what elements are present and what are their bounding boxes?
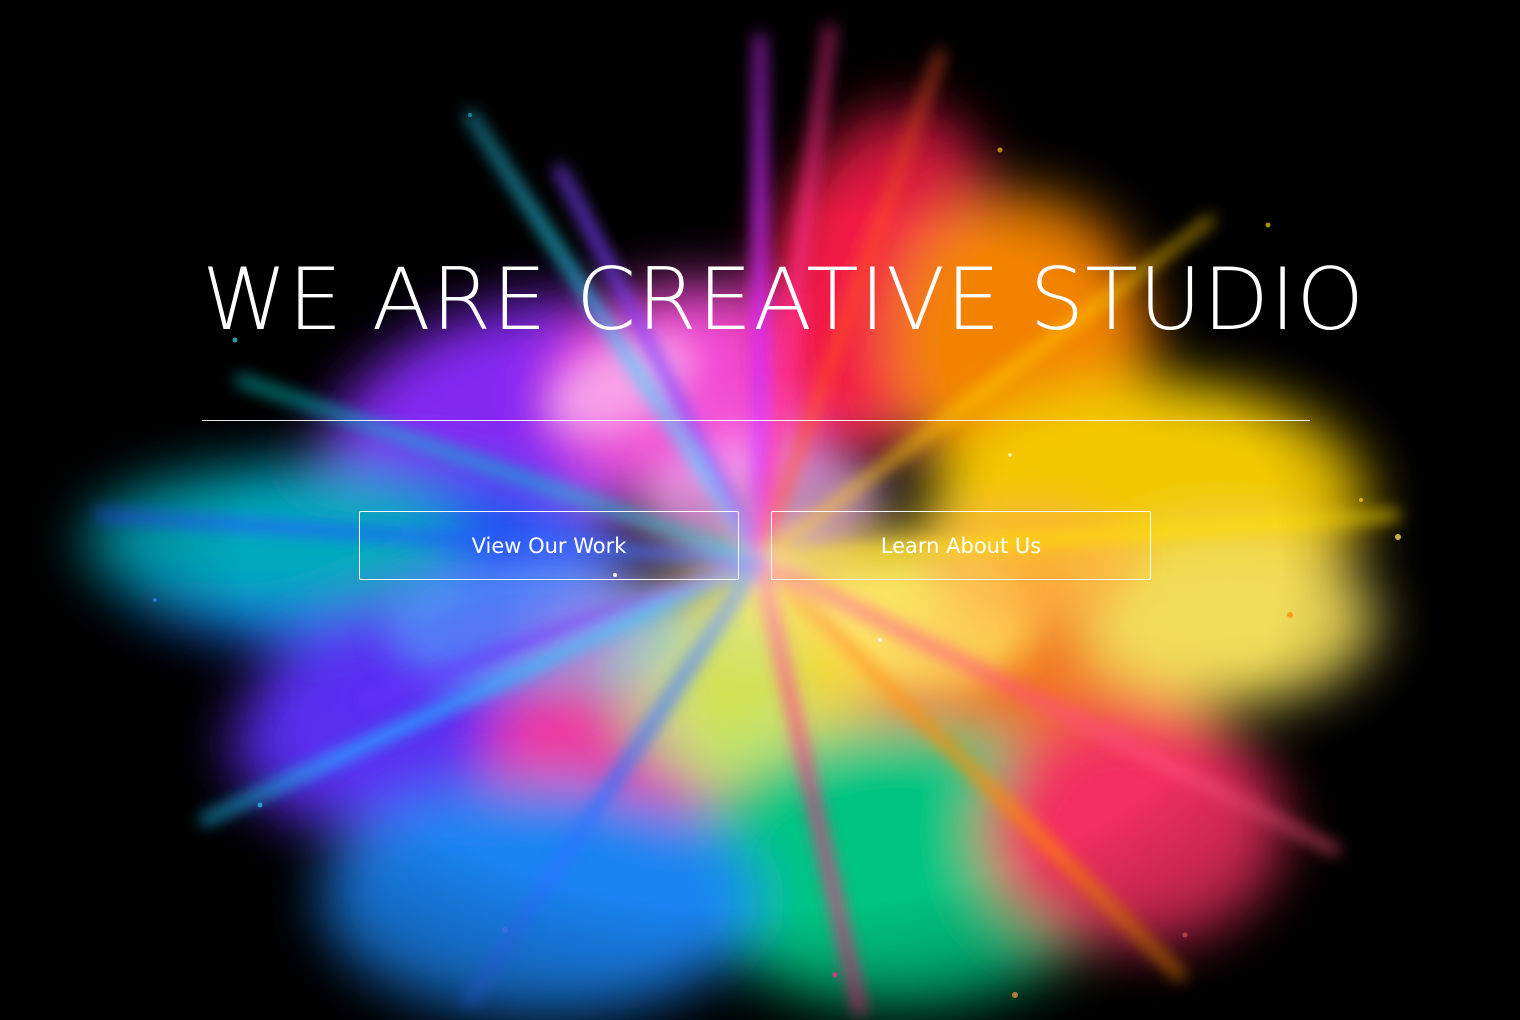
- view-our-work-button[interactable]: View Our Work: [359, 511, 739, 580]
- powder-explosion-background: [0, 0, 1520, 1020]
- headline-divider: [202, 420, 1310, 421]
- hero-section: WE ARE CREATIVE STUDIO View Our Work Lea…: [0, 0, 1520, 1020]
- learn-about-us-button[interactable]: Learn About Us: [771, 511, 1151, 580]
- hero-headline: WE ARE CREATIVE STUDIO: [202, 250, 1366, 350]
